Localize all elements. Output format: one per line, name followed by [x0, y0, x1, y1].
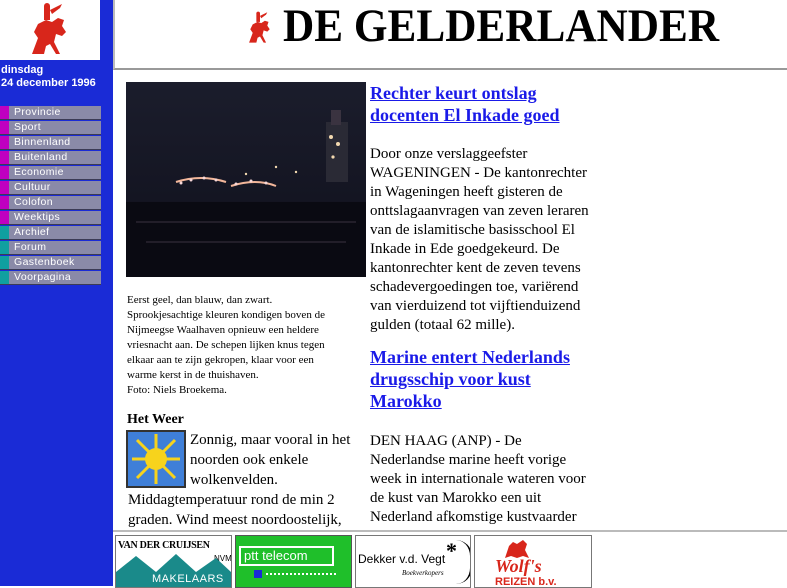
horse-rider-logo-icon [32, 3, 66, 54]
ad-ptt-name: ptt telecom [244, 548, 308, 563]
ad-wolfs-name: Wolf's [495, 556, 542, 576]
sidebar-item-label: Forum [14, 241, 47, 253]
photo-caption: Eerst geel, dan blauw, dan zwart. Sprook… [127, 293, 375, 398]
nav-bullet-icon [0, 121, 9, 134]
nav-bullet-icon [0, 226, 9, 239]
sidebar-item-label: Gastenboek [14, 256, 75, 268]
harbour-night-photo [126, 82, 366, 277]
nav-bullet-icon [0, 181, 9, 194]
ad-van-der-cruijsen[interactable]: VAN DER CRUIJSEN NVM MAKELAARS [115, 535, 232, 588]
nav-bullet-icon [0, 241, 9, 254]
weather-heading: Het Weer [127, 412, 184, 427]
sidebar-item-label: Sport [14, 121, 42, 133]
sidebar-item-label: Economie [14, 166, 64, 178]
sidebar-item-archief[interactable]: Archief [0, 226, 101, 240]
sidebar-item-provincie[interactable]: Provincie [0, 106, 101, 120]
masthead: DE GELDERLANDER [113, 0, 787, 70]
caption-line: vriesnacht aan. De schepen lijken knus t… [127, 339, 325, 351]
article-body: DEN HAAG (ANP) - De Nederlandse marine h… [370, 433, 586, 530]
nav-bullet-icon [0, 211, 9, 224]
sidebar-item-voorpagina[interactable]: Voorpagina [0, 271, 101, 285]
ad-cruijsen-sub: MAKELAARS [152, 573, 224, 585]
ad-wolfs-sub: REIZEN b.v. [495, 576, 557, 588]
caption-line: Foto: Niels Broekema. [127, 384, 227, 396]
sidebar-item-label: Buitenland [14, 151, 68, 163]
nav-bullet-icon [0, 271, 9, 284]
advertisement-bar: VAN DER CRUIJSEN NVM MAKELAARS ptt telec… [113, 530, 787, 588]
article-title-link[interactable]: Rechter keurt ontslag docenten El Inkade… [370, 82, 596, 126]
article-title-link[interactable]: Marine entert Nederlands drugsschip voor… [370, 346, 596, 412]
caption-line: Sprookjesachtige kleuren kondigen boven … [127, 309, 325, 321]
sidebar-item-gastenboek[interactable]: Gastenboek [0, 256, 101, 270]
ptt-square-icon [254, 570, 262, 578]
ad-dekker-name: Dekker v.d. Vegt [358, 552, 446, 566]
sidebar-item-label: Binnenland [14, 136, 71, 148]
sidebar-item-buitenland[interactable]: Buitenland [0, 151, 101, 165]
caption-line: Eerst geel, dan blauw, dan zwart. [127, 294, 273, 306]
nav-bullet-icon [0, 196, 9, 209]
main-content: Eerst geel, dan blauw, dan zwart. Sprook… [116, 70, 787, 530]
sidebar-item-label: Archief [14, 226, 50, 238]
sidebar-item-label: Weektips [14, 211, 61, 223]
sidebar-logo[interactable] [0, 0, 100, 60]
nav-bullet-icon [0, 151, 9, 164]
nav-bullet-icon [0, 256, 9, 269]
sidebar-item-colofon[interactable]: Colofon [0, 196, 101, 210]
nav-bullet-icon [0, 106, 9, 119]
nav-menu: Provincie Sport Binnenland Buitenland Econom… [0, 106, 101, 286]
sidebar-item-binnenland[interactable]: Binnenland [0, 136, 101, 150]
sidebar-item-sport[interactable]: Sport [0, 121, 101, 135]
sidebar-item-label: Voorpagina [14, 271, 72, 283]
ad-wolfs-reizen[interactable]: Wolf's REIZEN b.v. [474, 535, 592, 588]
caption-line: Nijmeegse Waalhaven opnieuw een heldere [127, 324, 319, 336]
sidebar-item-economie[interactable]: Economie [0, 166, 101, 180]
sidebar-item-cultuur[interactable]: Cultuur [0, 181, 101, 195]
left-sidebar: dinsdag 24 december 1996 Provincie Sport B… [0, 0, 113, 586]
date-full: 24 december 1996 [1, 77, 96, 89]
date-weekday: dinsdag [1, 64, 44, 76]
nav-bullet-icon [0, 136, 9, 149]
bracket-icon [456, 540, 470, 584]
weather-forecast: Zonnig, maar vooral in het noorden ook e… [128, 430, 366, 530]
ad-dekker-sub: Boekverkopers [402, 569, 444, 577]
sidebar-item-label: Provincie [14, 106, 61, 118]
nav-bullet-icon [0, 166, 9, 179]
newspaper-title: DE GELDERLANDER [283, 0, 720, 52]
horse-rider-logo-icon [249, 11, 270, 43]
caption-line: warme kerst in de thuishaven. [127, 369, 259, 381]
sidebar-item-label: Cultuur [14, 181, 51, 193]
caption-line: elkaar aan te zijn gekropen, klaar voor … [127, 354, 314, 366]
ad-ptt-telecom[interactable]: ptt telecom [235, 535, 352, 588]
ad-dekker-vd-vegt[interactable]: Dekker v.d. Vegt Boekverkopers * [355, 535, 471, 588]
ad-cruijsen-name: VAN DER CRUIJSEN [118, 540, 210, 551]
sidebar-item-label: Colofon [14, 196, 53, 208]
sidebar-item-forum[interactable]: Forum [0, 241, 101, 255]
article-body: Door onze verslaggeefster WAGENINGEN - D… [370, 146, 589, 333]
sidebar-item-weektips[interactable]: Weektips [0, 211, 101, 225]
